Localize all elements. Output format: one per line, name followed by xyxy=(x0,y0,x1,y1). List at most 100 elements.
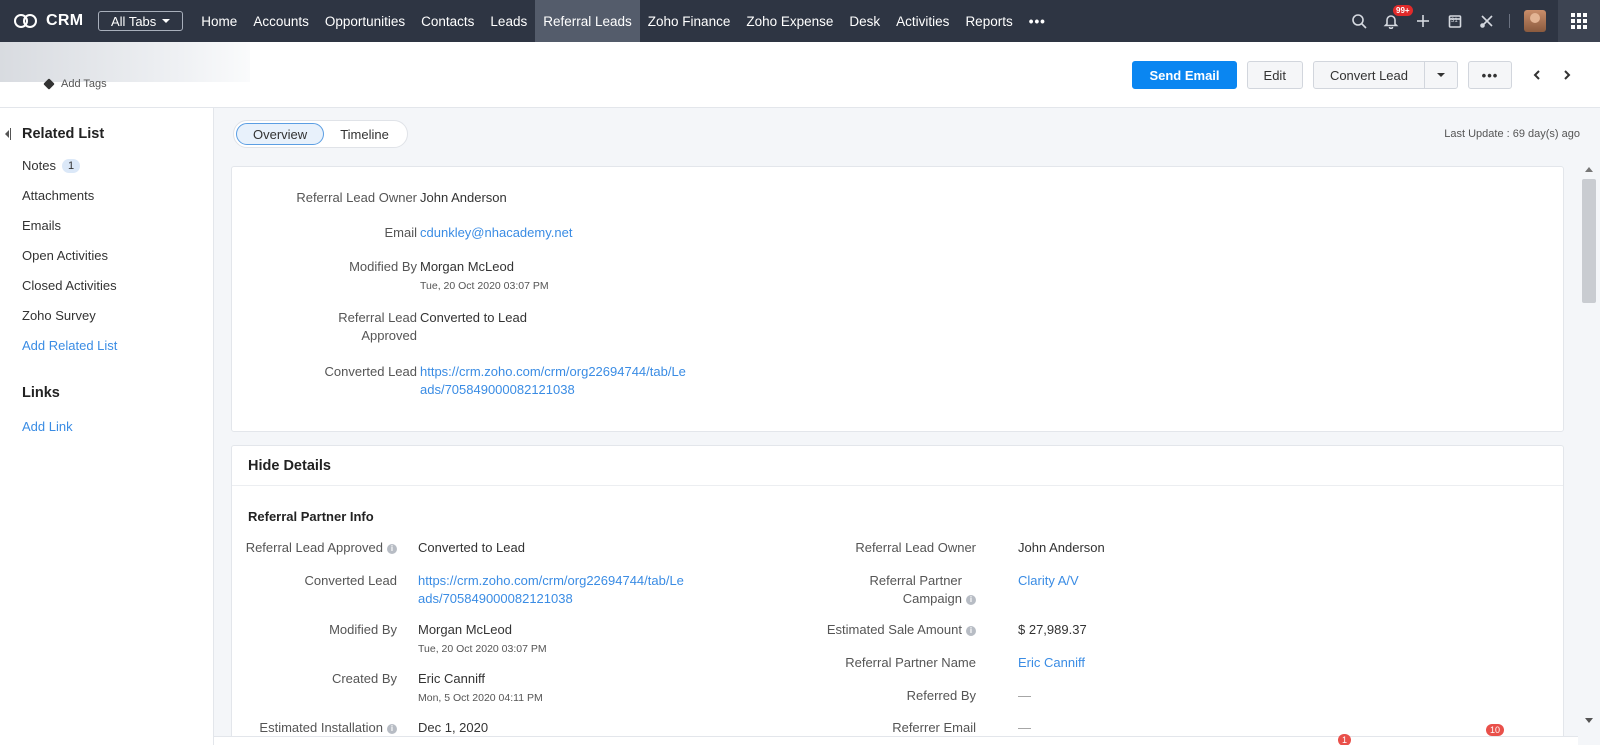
tab-accounts[interactable]: Accounts xyxy=(245,0,317,42)
installation-value: Dec 1, 2020 xyxy=(418,720,489,735)
sidebar-item-closed-activities[interactable]: Closed Activities xyxy=(22,278,117,293)
collapse-sidebar-icon[interactable] xyxy=(5,128,11,140)
info-icon[interactable]: i xyxy=(966,625,976,636)
referrer-email-value: — xyxy=(1018,720,1031,735)
approved-label-line1: Referral Lead xyxy=(338,310,417,325)
tab-leads[interactable]: Leads xyxy=(482,0,535,42)
converted-lead-link[interactable]: https://crm.zoho.com/crm/org22694744/tab… xyxy=(418,572,684,608)
modified-by-value: Morgan McLeod Tue, 20 Oct 2020 03:07 PM xyxy=(418,621,547,658)
tab-referral-leads[interactable]: Referral Leads xyxy=(535,0,640,42)
tab-zoho-expense[interactable]: Zoho Expense xyxy=(738,0,841,42)
approved-value: Converted to Lead xyxy=(420,310,527,325)
sale-amount-label-text: Estimated Sale Amount xyxy=(826,622,962,637)
info-icon[interactable]: i xyxy=(966,594,976,605)
lead-approved-value: Converted to Lead xyxy=(418,540,525,555)
all-tabs-dropdown[interactable]: All Tabs xyxy=(98,11,184,31)
add-icon[interactable] xyxy=(1407,0,1439,42)
related-list-heading: Related List xyxy=(22,126,105,142)
partner-campaign-label-line2: Campaign xyxy=(902,591,962,606)
sidebar-item-notes[interactable]: Notes 1 xyxy=(22,158,81,173)
links-heading: Links xyxy=(22,385,60,401)
sidebar-item-emails[interactable]: Emails xyxy=(22,218,61,233)
tab-zoho-finance[interactable]: Zoho Finance xyxy=(640,0,739,42)
related-list-sidebar: Related List Notes 1 Attachments Emails … xyxy=(0,108,214,745)
messages-count-badge[interactable]: 10 xyxy=(1486,724,1505,736)
tab-timeline[interactable]: Timeline xyxy=(324,123,405,145)
module-tabs: Home Accounts Opportunities Contacts Lea… xyxy=(193,0,1054,42)
add-link-link[interactable]: Add Link xyxy=(22,419,73,434)
last-update-text: Last Update : 69 day(s) ago xyxy=(1444,128,1580,140)
partner-name-link[interactable]: Eric Canniff xyxy=(1018,654,1085,672)
send-email-button[interactable]: Send Email xyxy=(1132,61,1237,89)
modified-by-time: Tue, 20 Oct 2020 03:07 PM xyxy=(420,280,549,292)
converted-lead-link[interactable]: https://crm.zoho.com/crm/org22694744/tab… xyxy=(420,363,686,399)
tab-overview[interactable]: Overview xyxy=(236,123,325,145)
scroll-down-icon[interactable] xyxy=(1585,718,1593,723)
tab-home[interactable]: Home xyxy=(193,0,245,42)
sidebar-item-open-activities[interactable]: Open Activities xyxy=(22,248,108,263)
info-icon[interactable]: i xyxy=(387,543,397,554)
partner-campaign-link[interactable]: Clarity A/V xyxy=(1018,572,1079,590)
partner-campaign-label-line1: Referral Partner xyxy=(869,573,962,588)
crm-logo[interactable]: CRM xyxy=(0,12,92,30)
all-tabs-label: All Tabs xyxy=(111,13,157,29)
previous-record-button[interactable] xyxy=(1522,61,1552,89)
tab-contacts[interactable]: Contacts xyxy=(413,0,482,42)
divider xyxy=(232,485,1563,486)
convert-lead-split-button: Convert Lead xyxy=(1312,61,1458,89)
apps-grid-button[interactable] xyxy=(1558,0,1600,42)
view-toggle: Overview Timeline xyxy=(233,120,408,148)
section-title: Referral Partner Info xyxy=(248,509,374,524)
tab-opportunities[interactable]: Opportunities xyxy=(317,0,413,42)
details-card: Hide Details Referral Partner Info Refer… xyxy=(231,445,1564,745)
sidebar-item-attachments[interactable]: Attachments xyxy=(22,188,94,203)
info-icon[interactable]: i xyxy=(387,723,397,734)
sidebar-item-label: Notes xyxy=(22,158,56,173)
next-record-button[interactable] xyxy=(1552,61,1582,89)
converted-lead-label: Converted Lead xyxy=(324,364,417,379)
converted-lead-label: Converted Lead xyxy=(304,573,397,588)
scrollbar-thumb[interactable] xyxy=(1582,179,1596,303)
partner-campaign-label: Referral Partner Campaign i xyxy=(792,572,976,608)
lead-owner-value[interactable]: John Anderson xyxy=(1018,539,1105,557)
tab-reports[interactable]: Reports xyxy=(957,0,1020,42)
add-tags-link[interactable]: Add Tags xyxy=(43,78,107,90)
created-by-time: Mon, 5 Oct 2020 04:11 PM xyxy=(418,692,543,704)
add-related-list-link[interactable]: Add Related List xyxy=(22,338,117,353)
lead-approved-label: Referral Lead Approved i xyxy=(242,539,397,557)
created-by-label: Created By xyxy=(331,671,397,686)
user-avatar[interactable] xyxy=(1524,10,1546,32)
convert-lead-dropdown[interactable] xyxy=(1425,62,1457,88)
tab-desk[interactable]: Desk xyxy=(841,0,888,42)
sidebar-item-zoho-survey[interactable]: Zoho Survey xyxy=(22,308,96,323)
chat-count-badge[interactable]: 1 xyxy=(1338,734,1352,745)
more-tabs-button[interactable]: ••• xyxy=(1021,0,1054,42)
notifications-bell-icon[interactable]: 99+ xyxy=(1375,0,1413,42)
search-icon[interactable] xyxy=(1343,0,1375,42)
hide-details-toggle[interactable]: Hide Details xyxy=(248,458,331,474)
lead-approved-label-text: Referral Lead Approved xyxy=(245,540,383,555)
modified-by-time: Tue, 20 Oct 2020 03:07 PM xyxy=(418,643,547,655)
convert-lead-button[interactable]: Convert Lead xyxy=(1314,62,1425,88)
more-actions-button[interactable]: ••• xyxy=(1468,61,1512,89)
setup-tools-icon[interactable] xyxy=(1471,0,1503,42)
chevron-down-icon xyxy=(1437,73,1445,77)
tag-icon xyxy=(43,78,55,90)
owner-value[interactable]: John Anderson xyxy=(420,189,507,207)
add-tags-label: Add Tags xyxy=(61,78,107,90)
owner-label: Referral Lead Owner xyxy=(296,190,417,205)
scroll-up-icon[interactable] xyxy=(1585,167,1593,172)
modified-by-value: Morgan McLeod Tue, 20 Oct 2020 03:07 PM xyxy=(420,258,549,295)
vertical-scrollbar[interactable] xyxy=(1578,161,1600,745)
referred-by-value: — xyxy=(1018,688,1031,703)
tab-activities[interactable]: Activities xyxy=(888,0,957,42)
referred-by-label: Referred By xyxy=(906,688,976,703)
calendar-icon[interactable]: 31 xyxy=(1439,0,1471,42)
modified-by-label: Modified By xyxy=(349,259,417,274)
edit-button[interactable]: Edit xyxy=(1246,61,1303,89)
converted-lead-url-line1: https://crm.zoho.com/crm/org22694744/tab… xyxy=(418,573,684,588)
converted-lead-url-line2: ads/705849000082121038 xyxy=(418,591,573,606)
email-value[interactable]: cdunkley@nhacademy.net xyxy=(420,224,572,242)
chevron-right-icon xyxy=(1564,70,1571,80)
header-actions: Send Email Edit Convert Lead ••• xyxy=(1132,61,1600,89)
